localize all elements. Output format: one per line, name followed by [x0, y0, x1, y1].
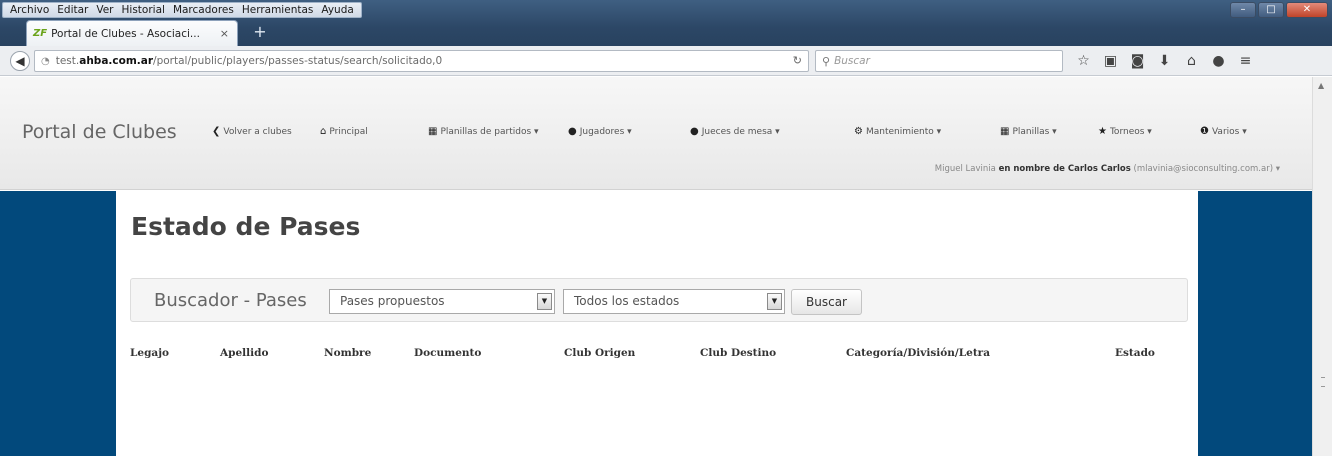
- column-header-club-destino[interactable]: Club Destino: [700, 347, 776, 359]
- menu-herramientas[interactable]: Herramientas: [238, 3, 318, 17]
- page-title: Estado de Pases: [131, 212, 361, 241]
- window-controls: – □ ✕: [1230, 2, 1328, 18]
- column-header-documento[interactable]: Documento: [414, 347, 481, 359]
- minimize-button[interactable]: –: [1230, 2, 1256, 18]
- zf-logo-icon: ZF: [33, 28, 48, 39]
- toolbar-icons: ☆ ▣ ◙ ⬇ ⌂ ● ≡: [1070, 52, 1259, 70]
- nav-varios[interactable]: ❶ Varios ▾: [1200, 126, 1247, 137]
- table-icon: ▦: [1000, 126, 1010, 137]
- star-icon[interactable]: ☆: [1070, 52, 1097, 70]
- column-header-legajo[interactable]: Legajo: [130, 347, 169, 359]
- search-panel-label: Buscador - Pases: [154, 290, 307, 311]
- download-icon[interactable]: ⬇: [1151, 52, 1178, 70]
- nav-jueces-mesa[interactable]: ● Jueces de mesa ▾: [690, 126, 780, 137]
- column-header-apellido[interactable]: Apellido: [220, 347, 268, 359]
- nav-volver-clubes[interactable]: ❮ Volver a clubes: [212, 126, 292, 137]
- nav-jugadores[interactable]: ● Jugadores ▾: [568, 126, 632, 137]
- table-icon: ▦: [428, 126, 438, 137]
- column-header-categoria[interactable]: Categoría/División/Letra: [846, 347, 990, 359]
- back-button[interactable]: ◀: [10, 51, 30, 71]
- window-titlebar: Archivo Editar Ver Historial Marcadores …: [0, 0, 1332, 46]
- brand-title[interactable]: Portal de Clubes: [22, 121, 177, 143]
- search-placeholder: Buscar: [834, 55, 870, 67]
- user-icon: ●: [690, 126, 699, 137]
- column-header-estado[interactable]: Estado: [1115, 347, 1155, 359]
- scroll-up-arrow-icon[interactable]: ▲: [1318, 81, 1324, 90]
- nav-planillas-partidos[interactable]: ▦ Planillas de partidos ▾: [428, 126, 539, 137]
- url-text: test.ahba.com.ar/portal/public/players/p…: [55, 55, 443, 67]
- nav-mantenimiento[interactable]: ⚙ Mantenimiento ▾: [854, 126, 941, 137]
- nav-torneos[interactable]: ★ Torneos ▾: [1098, 126, 1152, 137]
- pocket-icon[interactable]: ◙: [1124, 52, 1151, 70]
- pass-type-select[interactable]: Pases propuestos ▼: [329, 289, 555, 314]
- menu-archivo[interactable]: Archivo: [6, 3, 53, 17]
- dropdown-arrow-icon[interactable]: ▼: [537, 293, 552, 310]
- user-icon: ●: [568, 126, 577, 137]
- status-select[interactable]: Todos los estados ▼: [563, 289, 785, 314]
- home-icon[interactable]: ⌂: [1178, 52, 1205, 70]
- chat-icon[interactable]: ●: [1205, 52, 1232, 70]
- chevron-left-icon: ❮: [212, 126, 221, 137]
- search-input[interactable]: ⚲ Buscar: [815, 50, 1063, 72]
- maximize-button[interactable]: □: [1258, 2, 1284, 18]
- browser-tab[interactable]: ZF Portal de Clubes - Asociaci... ×: [26, 20, 238, 46]
- right-sidebar-band: [1198, 191, 1312, 456]
- menu-editar[interactable]: Editar: [53, 3, 92, 17]
- left-sidebar-band: [0, 191, 116, 456]
- scroll-grip[interactable]: [1321, 377, 1325, 387]
- menu-bar: Archivo Editar Ver Historial Marcadores …: [2, 2, 362, 18]
- menu-marcadores[interactable]: Marcadores: [169, 3, 238, 17]
- buscar-button[interactable]: Buscar: [791, 289, 862, 315]
- clipboard-icon[interactable]: ▣: [1097, 52, 1124, 70]
- info-icon: ❶: [1200, 126, 1209, 137]
- navigation-toolbar: ◀ ◔ test.ahba.com.ar/portal/public/playe…: [0, 46, 1332, 76]
- tab-title: Portal de Clubes - Asociaci...: [51, 27, 200, 40]
- new-tab-button[interactable]: +: [246, 23, 274, 43]
- nav-planillas[interactable]: ▦ Planillas ▾: [1000, 126, 1057, 137]
- menu-historial[interactable]: Historial: [118, 3, 169, 17]
- site-info-icon[interactable]: ◔: [41, 56, 50, 67]
- search-panel: Buscador - Pases Pases propuestos ▼ Todo…: [130, 278, 1188, 322]
- tab-close-icon[interactable]: ×: [220, 27, 229, 40]
- close-window-button[interactable]: ✕: [1286, 2, 1328, 18]
- home-icon: ⌂: [320, 126, 327, 137]
- reload-icon[interactable]: ↻: [793, 54, 802, 67]
- search-icon: ⚲: [822, 54, 831, 68]
- column-header-nombre[interactable]: Nombre: [324, 347, 371, 359]
- url-bar[interactable]: ◔ test.ahba.com.ar/portal/public/players…: [34, 50, 809, 72]
- menu-icon[interactable]: ≡: [1232, 52, 1259, 70]
- user-menu[interactable]: Miguel Lavinia en nombre de Carlos Carlo…: [935, 164, 1280, 174]
- star-icon: ★: [1098, 126, 1107, 137]
- nav-principal[interactable]: ⌂ Principal: [320, 126, 368, 137]
- menu-ver[interactable]: Ver: [92, 3, 117, 17]
- gear-icon: ⚙: [854, 126, 863, 137]
- site-header: Portal de Clubes ❮ Volver a clubes ⌂ Princ…: [0, 77, 1312, 190]
- menu-ayuda[interactable]: Ayuda: [317, 3, 357, 17]
- dropdown-arrow-icon[interactable]: ▼: [767, 293, 782, 310]
- column-header-club-origen[interactable]: Club Origen: [564, 347, 635, 359]
- page-scrollbar[interactable]: ▲: [1312, 77, 1332, 456]
